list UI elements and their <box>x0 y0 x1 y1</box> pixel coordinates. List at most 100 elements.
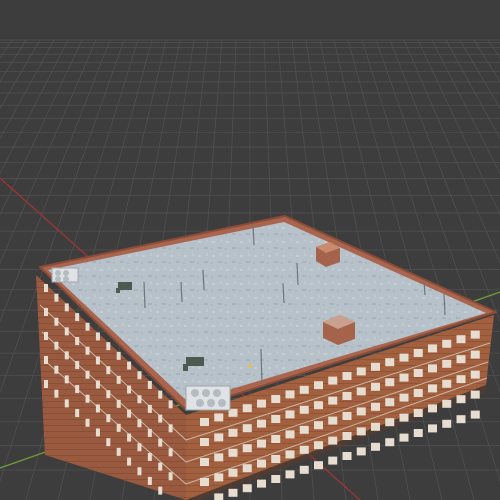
window <box>456 395 466 404</box>
window <box>257 479 266 488</box>
window <box>342 412 352 420</box>
window <box>356 427 366 436</box>
window <box>85 418 90 427</box>
window <box>428 344 437 353</box>
window <box>314 441 323 450</box>
window <box>356 447 366 456</box>
window <box>456 355 466 364</box>
window <box>428 384 437 393</box>
window <box>371 402 380 411</box>
window <box>328 416 338 425</box>
window <box>147 476 152 485</box>
window <box>399 373 409 382</box>
3d-viewport[interactable] <box>0 0 500 500</box>
window <box>147 452 152 461</box>
window <box>44 332 48 340</box>
window <box>328 436 338 445</box>
window <box>371 362 380 371</box>
window <box>257 419 266 428</box>
window <box>328 456 338 465</box>
window <box>299 405 309 414</box>
window <box>214 413 224 422</box>
window <box>242 464 252 473</box>
grid-line <box>0 39 13 59</box>
window <box>470 350 480 359</box>
window <box>168 472 173 481</box>
window <box>158 414 163 423</box>
window <box>399 353 409 362</box>
window <box>116 399 121 408</box>
window <box>137 371 142 380</box>
window <box>328 376 338 385</box>
window <box>158 390 163 399</box>
grid-line <box>473 39 500 83</box>
rooftop-ac-unit <box>51 267 79 283</box>
window <box>399 433 409 442</box>
window <box>271 435 281 443</box>
window <box>158 438 163 447</box>
window <box>95 428 100 437</box>
window <box>44 284 48 292</box>
building-model[interactable] <box>36 215 497 500</box>
window <box>242 404 252 413</box>
window <box>470 390 480 399</box>
window <box>200 458 209 466</box>
window <box>470 330 480 339</box>
window <box>116 375 121 384</box>
window <box>456 335 466 344</box>
window <box>399 393 409 402</box>
window <box>456 415 466 424</box>
window <box>95 404 100 413</box>
window <box>413 429 423 437</box>
window <box>242 444 252 453</box>
window <box>385 438 395 447</box>
viewport-canvas[interactable] <box>0 0 500 500</box>
window <box>147 428 152 437</box>
window <box>95 380 100 389</box>
window <box>456 375 466 384</box>
window <box>314 461 323 470</box>
window <box>413 409 423 417</box>
window <box>116 351 121 360</box>
window <box>64 399 69 408</box>
window <box>85 322 90 331</box>
window <box>228 468 238 477</box>
window <box>158 486 163 495</box>
window <box>314 401 323 410</box>
window <box>371 382 380 391</box>
window <box>299 385 309 394</box>
window <box>428 424 437 433</box>
window <box>413 389 423 397</box>
window <box>428 364 437 373</box>
window <box>385 378 395 387</box>
window <box>228 488 238 497</box>
window <box>271 455 281 463</box>
window <box>356 387 366 396</box>
window <box>106 390 111 399</box>
window <box>200 438 209 446</box>
window <box>54 341 59 350</box>
window <box>85 394 90 403</box>
window <box>442 419 452 428</box>
window <box>271 475 281 483</box>
window <box>54 317 59 326</box>
window <box>75 313 80 322</box>
window <box>168 400 173 409</box>
window <box>371 422 380 431</box>
window <box>214 473 224 482</box>
window <box>342 432 352 440</box>
window <box>470 410 480 419</box>
window <box>137 419 142 428</box>
window <box>271 415 281 423</box>
window <box>127 385 132 394</box>
window <box>75 337 80 346</box>
window <box>371 442 380 451</box>
window <box>399 413 409 422</box>
window <box>44 308 48 316</box>
window <box>228 428 238 437</box>
window <box>116 447 121 456</box>
window <box>44 356 48 364</box>
window <box>127 457 132 466</box>
window <box>242 484 252 493</box>
window <box>137 467 142 476</box>
